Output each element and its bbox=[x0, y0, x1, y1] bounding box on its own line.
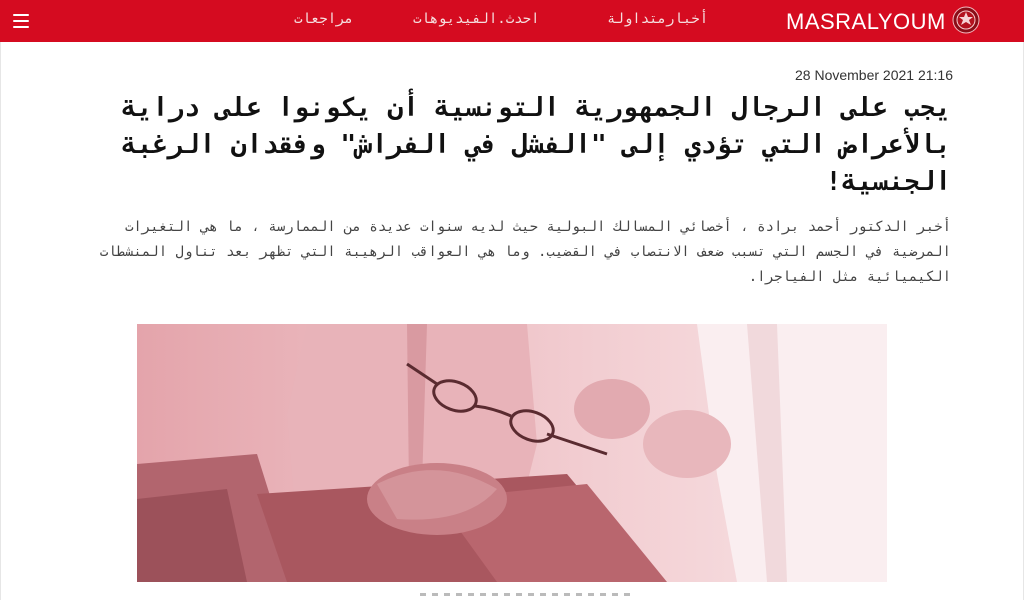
article-date: 28 November 2021 21:16 bbox=[795, 67, 953, 83]
article-headline: يجب على الرجال الجمهورية التونسية أن يكو… bbox=[121, 93, 951, 197]
article-lede: أخبر الدكتور أحمد برادة ، أخصائي المسالك… bbox=[99, 219, 951, 285]
site-brand-name[interactable]: MASRALYOUM bbox=[786, 9, 946, 35]
image-caption-placeholder bbox=[420, 593, 660, 600]
hamburger-menu-icon[interactable] bbox=[12, 12, 30, 30]
nav-link-latest-videos[interactable]: احدث.الفيديوهات bbox=[413, 11, 539, 27]
page-frame-left bbox=[0, 42, 1, 600]
crest-logo-icon[interactable] bbox=[952, 6, 980, 34]
article-hero-image bbox=[137, 324, 887, 582]
nav-link-trending-news[interactable]: أخبارمتداولة bbox=[607, 11, 708, 27]
nav-link-reviews[interactable]: مراجعات bbox=[294, 11, 353, 27]
top-navigation-bar: مراجعات احدث.الفيديوهات أخبارمتداولة MAS… bbox=[0, 0, 1024, 42]
